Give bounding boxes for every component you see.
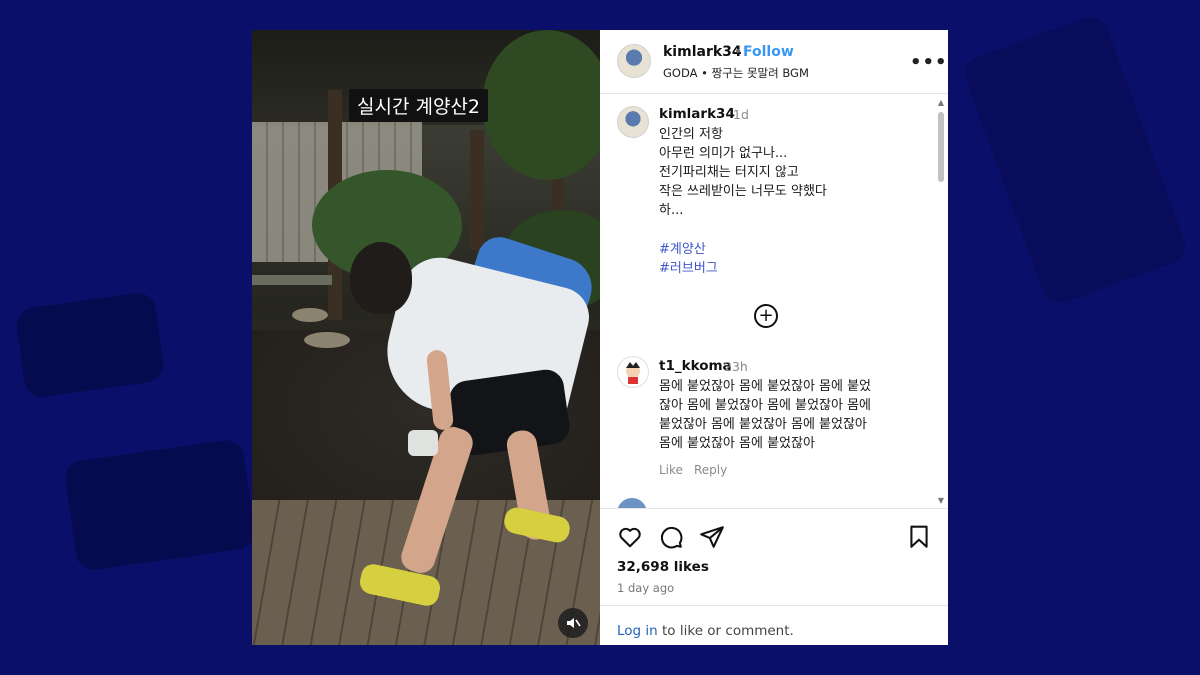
login-prompt-text: to like or comment. — [657, 623, 794, 639]
send-icon[interactable] — [699, 524, 725, 550]
cartoon-avatar-icon — [626, 362, 640, 384]
scene-dustpan — [408, 430, 438, 456]
comment-line: 붙었잖아 몸에 붙었잖아 몸에 붙었잖아 — [659, 417, 867, 432]
scene-stone — [292, 308, 328, 322]
scene-foliage — [482, 30, 600, 180]
commenter-avatar[interactable] — [617, 356, 649, 388]
divider — [600, 605, 948, 606]
caption-line: 전기파리채는 터지지 않고 — [659, 165, 799, 180]
more-options-icon[interactable]: ••• — [910, 52, 948, 73]
caption-time: 1d — [733, 107, 749, 122]
caption-author-avatar[interactable] — [617, 106, 649, 138]
commenter-username[interactable]: t1_kkoma — [659, 358, 732, 374]
scroll-down-arrow-icon[interactable]: ▼ — [936, 496, 946, 505]
hashtag-link[interactable]: #계양산 — [659, 238, 706, 257]
scene-bench — [252, 275, 332, 285]
caption-username[interactable]: kimlark34 — [659, 106, 735, 122]
audio-label[interactable]: GODA • 짱구는 못말려 BGM — [663, 65, 809, 81]
comment-icon[interactable] — [658, 524, 684, 550]
header-separator: • — [734, 44, 743, 60]
comments-scrollbar[interactable]: ▲ ▼ — [936, 98, 946, 506]
scene-post — [470, 130, 484, 250]
comment-reply-button[interactable]: Reply — [694, 463, 727, 477]
scene-stone — [304, 332, 350, 348]
login-prompt: Log in to like or comment. — [617, 623, 794, 639]
video-caption: 실시간 계양산2 — [349, 89, 489, 122]
caption-line: 하... — [659, 203, 684, 218]
mute-button[interactable] — [558, 608, 588, 638]
bookmark-icon[interactable] — [906, 524, 932, 550]
background-shape — [63, 438, 257, 572]
comment-line: 몸에 붙었잖아 몸에 붙었잖아 몸에 붙었 — [659, 379, 872, 394]
follow-button[interactable]: Follow — [743, 44, 794, 60]
comment-like-button[interactable]: Like — [659, 463, 683, 477]
comments-section[interactable]: kimlark34 1d 인간의 저항 아무런 의미가 없구나... 전기파리채… — [600, 94, 948, 508]
comment-time: 23h — [724, 359, 748, 374]
post-details-panel: kimlark34 • Follow GODA • 짱구는 못말려 BGM ••… — [600, 30, 948, 645]
post-video[interactable]: 실시간 계양산2 — [252, 30, 600, 645]
author-username[interactable]: kimlark34 — [663, 44, 742, 60]
divider — [600, 508, 948, 509]
scroll-thumb[interactable] — [938, 112, 944, 182]
caption-line: 인간의 저항 — [659, 127, 723, 142]
post-header: kimlark34 • Follow GODA • 짱구는 못말려 BGM ••… — [600, 30, 948, 94]
background-shape — [960, 12, 1190, 308]
scroll-up-arrow-icon[interactable]: ▲ — [936, 98, 946, 107]
load-more-comments-button[interactable]: + — [754, 304, 778, 328]
caption-line: 아무런 의미가 없구나... — [659, 146, 788, 161]
commenter-avatar[interactable] — [617, 498, 647, 508]
login-link[interactable]: Log in — [617, 623, 658, 639]
comment-line: 잖아 몸에 붙었잖아 몸에 붙었잖아 몸에 — [659, 398, 872, 413]
author-avatar[interactable] — [617, 44, 651, 78]
comment-line: 몸에 붙었잖아 몸에 붙었잖아 — [659, 436, 815, 451]
background-shape — [14, 290, 166, 400]
plus-circle-icon: + — [758, 305, 774, 326]
like-count[interactable]: 32,698 likes — [617, 559, 709, 575]
caption-line: 작은 쓰레받이는 너무도 약했다 — [659, 184, 827, 199]
speaker-muted-icon — [567, 618, 581, 628]
heart-icon[interactable] — [617, 524, 643, 550]
post-date[interactable]: 1 day ago — [617, 581, 674, 595]
scene-person-head — [350, 242, 412, 314]
hashtag-link[interactable]: #러브버그 — [659, 257, 718, 276]
